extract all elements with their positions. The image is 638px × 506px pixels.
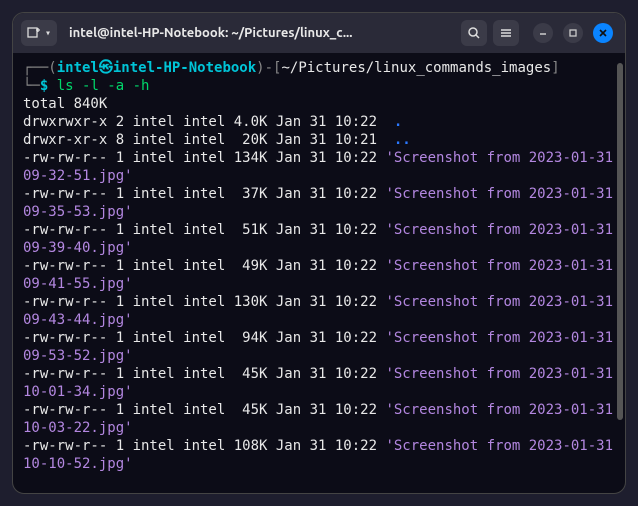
prompt-host-sep: ㉿: [99, 60, 113, 76]
ls-row: -rw-rw-r-- 1 intel intel 45K Jan 31 10:2…: [23, 365, 615, 401]
ls-perm: drwxr-xr-x 8 intel intel 20K Jan 31 10:2…: [23, 132, 394, 148]
close-icon: [598, 28, 608, 38]
terminal-window: ▾ intel@intel-HP-Notebook: ~/Pictures/li…: [12, 12, 626, 494]
ls-perm: -rw-rw-r-- 1 intel intel 51K Jan 31 10:2…: [23, 222, 385, 238]
prompt-bracket: ┌──(: [23, 60, 57, 76]
window-controls: [533, 23, 617, 43]
search-button[interactable]: [461, 20, 487, 46]
prompt-path: ~/Pictures/linux_commands_images: [281, 60, 551, 76]
new-tab-button[interactable]: ▾: [21, 20, 57, 46]
scrollbar[interactable]: [617, 63, 623, 483]
maximize-button[interactable]: [563, 23, 583, 43]
ls-perm: -rw-rw-r-- 1 intel intel 94K Jan 31 10:2…: [23, 330, 385, 346]
menu-button[interactable]: [493, 20, 519, 46]
hamburger-icon: [499, 26, 513, 40]
ls-perm: -rw-rw-r-- 1 intel intel 49K Jan 31 10:2…: [23, 258, 385, 274]
titlebar: ▾ intel@intel-HP-Notebook: ~/Pictures/li…: [13, 13, 625, 53]
ls-perm: -rw-rw-r-- 1 intel intel 45K Jan 31 10:2…: [23, 366, 385, 382]
ls-perm: -rw-rw-r-- 1 intel intel 37K Jan 31 10:2…: [23, 186, 385, 202]
prompt-user: intel: [57, 60, 99, 76]
ls-row: -rw-rw-r-- 1 intel intel 134K Jan 31 10:…: [23, 149, 615, 185]
ls-dir-name: .: [394, 114, 402, 130]
dropdown-arrow-icon[interactable]: ▾: [45, 28, 51, 39]
search-icon: [467, 26, 481, 40]
prompt-line-2: └─$ ls -l -a -h: [23, 77, 615, 95]
terminal-body[interactable]: ┌──(intel㉿intel-HP-Notebook)-[~/Pictures…: [13, 53, 625, 493]
minimize-button[interactable]: [533, 23, 553, 43]
ls-row: -rw-rw-r-- 1 intel intel 130K Jan 31 10:…: [23, 293, 615, 329]
window-title: intel@intel-HP-Notebook: ~/Pictures/linu…: [63, 26, 455, 40]
maximize-icon: [568, 28, 578, 38]
ls-perm: -rw-rw-r-- 1 intel intel 108K Jan 31 10:…: [23, 438, 385, 454]
prompt-bracket-close: )-[: [256, 60, 281, 76]
scrollbar-thumb[interactable]: [617, 63, 623, 420]
prompt-bracket-end: ]: [551, 60, 559, 76]
new-tab-icon: [27, 26, 41, 40]
ls-perm: -rw-rw-r-- 1 intel intel 134K Jan 31 10:…: [23, 150, 385, 166]
ls-row: drwxr-xr-x 8 intel intel 20K Jan 31 10:2…: [23, 131, 615, 149]
ls-row: -rw-rw-r-- 1 intel intel 37K Jan 31 10:2…: [23, 185, 615, 221]
ls-perm: -rw-rw-r-- 1 intel intel 45K Jan 31 10:2…: [23, 402, 385, 418]
output-total: total 840K: [23, 95, 615, 113]
ls-row: -rw-rw-r-- 1 intel intel 45K Jan 31 10:2…: [23, 401, 615, 437]
minimize-icon: [538, 28, 548, 38]
ls-perm: drwxrwxr-x 2 intel intel 4.0K Jan 31 10:…: [23, 114, 394, 130]
close-button[interactable]: [593, 23, 613, 43]
prompt-host: intel-HP-Notebook: [113, 60, 256, 76]
prompt-prefix: └─: [23, 78, 40, 94]
ls-perm: -rw-rw-r-- 1 intel intel 130K Jan 31 10:…: [23, 294, 385, 310]
ls-dir-name: ..: [394, 132, 411, 148]
ls-row: -rw-rw-r-- 1 intel intel 94K Jan 31 10:2…: [23, 329, 615, 365]
prompt-line-1: ┌──(intel㉿intel-HP-Notebook)-[~/Pictures…: [23, 59, 615, 77]
ls-row: drwxrwxr-x 2 intel intel 4.0K Jan 31 10:…: [23, 113, 615, 131]
ls-row: -rw-rw-r-- 1 intel intel 108K Jan 31 10:…: [23, 437, 615, 473]
ls-row: -rw-rw-r-- 1 intel intel 51K Jan 31 10:2…: [23, 221, 615, 257]
ls-row: -rw-rw-r-- 1 intel intel 49K Jan 31 10:2…: [23, 257, 615, 293]
command-text: ls -l -a -h: [48, 78, 149, 94]
